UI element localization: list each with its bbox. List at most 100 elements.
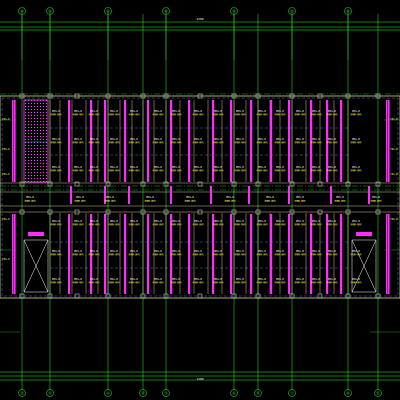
room-tag: PKG-R	[194, 277, 202, 281]
side-room-tag: PKG-R	[2, 118, 10, 121]
room-subtag: MMMM-MMM	[129, 113, 140, 116]
room-tag: PKG-R	[110, 219, 118, 223]
room-tag: PKG-R	[74, 219, 82, 223]
room-subtag: MMMM-MMM	[295, 141, 306, 144]
room-tag: PKG-R	[214, 277, 222, 281]
side-room-tag: PKG-R	[390, 118, 398, 121]
room-subtag: MMMM-MMM	[129, 281, 140, 284]
room-subtag: MMMM-MMM	[311, 141, 322, 144]
room-tag: PKG-R	[90, 219, 98, 223]
axis-label-bottom: ⑬	[20, 390, 24, 396]
room-tag: PKG-R	[52, 277, 60, 281]
corridor-tag: PKG-R	[106, 195, 114, 199]
room-subtag: MMMM-MMM	[311, 281, 322, 284]
room-subtag: MMMM-MMM	[257, 281, 268, 284]
room-subtag: MMMM-MMM	[171, 281, 182, 284]
room-subtag: MMMM-MMM	[153, 113, 164, 116]
corridor-subtag: MMMM-MMM	[25, 200, 36, 203]
room-subtag: MMMM-MMM	[51, 169, 62, 172]
column	[197, 181, 203, 187]
room-tag: PKG-R	[110, 249, 118, 253]
side-partition	[388, 214, 390, 294]
axis-label-bottom: ⑧	[346, 391, 350, 396]
room-subtag: MMMM-MMM	[129, 223, 140, 226]
room-tag: PKG-R	[194, 219, 202, 223]
room-subtag: MMMM-MMM	[311, 113, 322, 116]
room-subtag: MMMM-MMM	[171, 141, 182, 144]
room-tag: PKG-R	[154, 277, 162, 281]
room-subtag: MMMM-MMM	[51, 281, 62, 284]
room-tag: PKG-R	[110, 109, 118, 113]
axis-label-bottom: ⑤	[48, 391, 52, 396]
room-tag: PKG-R	[312, 277, 320, 281]
room-tag: PKG-R	[90, 137, 98, 141]
room-tag: PKG-R	[154, 165, 162, 169]
room-subtag: MMMM-MMM	[327, 113, 338, 116]
room-subtag: MMMM-MMM	[235, 223, 246, 226]
corridor-partition	[128, 186, 130, 204]
room-tag: PKG-R	[130, 137, 138, 141]
room-subtag: MMMM-MMM	[351, 223, 362, 226]
room-tag: PKG-R	[328, 249, 336, 253]
corridor-tag: PKG-R	[226, 195, 234, 199]
room-tag: PKG-R	[154, 249, 162, 253]
room-subtag: MMMM-MMM	[275, 281, 286, 284]
room-subtag: MMMM-MMM	[311, 169, 322, 172]
stair-landing	[28, 232, 44, 236]
partition-lower	[340, 214, 343, 294]
partition-lower	[124, 214, 127, 294]
axis-label-top: ⑧	[20, 9, 24, 14]
room-tag: PKG-R	[296, 249, 304, 253]
room-tag: PKG-R	[352, 109, 360, 113]
room-subtag: MMMM-MMM	[193, 223, 204, 226]
room-tag: PKG-R	[312, 165, 320, 169]
room-subtag: MMMM-MMM	[109, 141, 120, 144]
room-tag: PKG-R	[154, 109, 162, 113]
room-tag: PKG-R	[194, 137, 202, 141]
room-subtag: MMMM-MMM	[73, 281, 84, 284]
room-tag: PKG-R	[296, 137, 304, 141]
side-room-tag: PKG-R	[390, 173, 398, 176]
corridor-subtag: MMMM-MMM	[335, 200, 346, 203]
partition-upper	[230, 100, 233, 182]
room-tag: PKG-R	[296, 277, 304, 281]
room-tag: PKG-R	[90, 109, 98, 113]
partition-upper	[188, 100, 191, 182]
room-partitions	[12, 99, 390, 294]
corridor-tag: PKG-R	[186, 195, 194, 199]
room-tag: PKG-R	[276, 137, 284, 141]
side-partition	[386, 214, 388, 294]
room-subtag: MMMM-MMM	[351, 113, 362, 116]
room-tag: PKG-R	[258, 219, 266, 223]
room-tag: PKG-R	[154, 137, 162, 141]
room-subtag: MMMM-MMM	[213, 281, 224, 284]
side-partition	[386, 100, 388, 182]
room-tag: PKG-R	[74, 137, 82, 141]
room-subtag: MMMM-MMM	[153, 169, 164, 172]
axis-label-bottom: ⑤	[164, 391, 168, 396]
room-tag: PKG-R	[172, 219, 180, 223]
room-tag: PKG-R	[258, 137, 266, 141]
room-tag: PKG-R	[258, 249, 266, 253]
partition-lower	[270, 214, 273, 294]
room-tag: PKG-R	[130, 219, 138, 223]
room-tag: PKG-R	[214, 137, 222, 141]
room-tag: PKG-R	[172, 249, 180, 253]
room-tag: PKG-R	[276, 219, 284, 223]
side-room-tag: PKG-R	[390, 218, 398, 221]
room-tag: PKG-R	[52, 165, 60, 169]
room-tag: PKG-R	[194, 109, 202, 113]
room-tag: PKG-R	[52, 219, 60, 223]
room-subtag: MMMM-MMM	[275, 169, 286, 172]
side-partition	[12, 100, 14, 182]
axis-label-top: ④	[106, 9, 110, 14]
room-tag: PKG-R	[52, 137, 60, 141]
room-tag: PKG-R	[276, 109, 284, 113]
room-subtag: MMMM-MMM	[89, 253, 100, 256]
room-tag: PKG-R	[236, 109, 244, 113]
axis-label-bottom: ⑭	[256, 390, 260, 396]
room-subtag: MMMM-MMM	[235, 281, 246, 284]
room-tag: PKG-R	[214, 109, 222, 113]
room-tag: PKG-R	[276, 165, 284, 169]
room-tag: PKG-R	[194, 249, 202, 253]
